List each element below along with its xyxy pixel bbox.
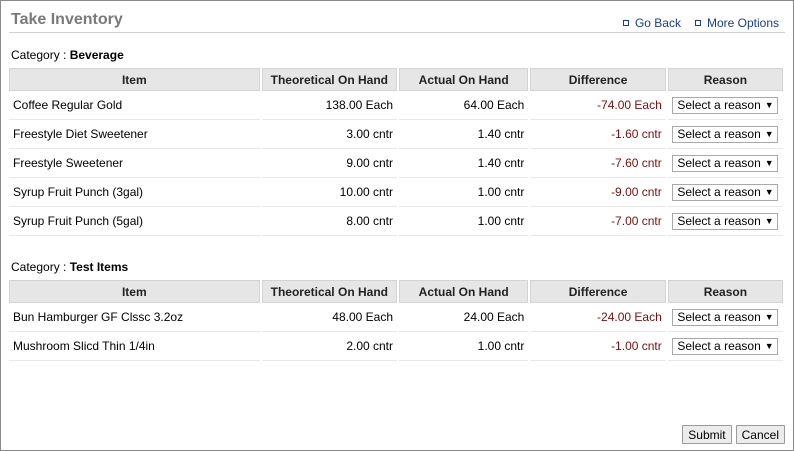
- reason-select[interactable]: Select a reason ▼: [672, 212, 779, 230]
- reason-select-value: Select a reason: [677, 185, 761, 199]
- reason-select[interactable]: Select a reason ▼: [672, 154, 779, 172]
- cell-reason: Select a reason ▼: [667, 149, 783, 178]
- cell-theoretical: 10.00 cntr: [261, 178, 398, 207]
- col-reason: Reason: [667, 280, 783, 303]
- category-prefix: Category :: [11, 260, 70, 274]
- cell-item: Bun Hamburger GF Clssc 3.2oz: [9, 303, 260, 332]
- category-heading-test-items: Category : Test Items: [11, 260, 783, 274]
- cell-actual: 24.00 Each: [399, 303, 529, 332]
- col-difference: Difference: [530, 68, 666, 91]
- reason-select[interactable]: Select a reason ▼: [672, 96, 779, 114]
- cell-theoretical: 48.00 Each: [261, 303, 398, 332]
- col-theoretical: Theoretical On Hand: [261, 68, 398, 91]
- submit-button[interactable]: Submit: [682, 425, 732, 444]
- cell-item: Freestyle Diet Sweetener: [9, 120, 260, 149]
- go-back-label: Go Back: [634, 16, 681, 30]
- reason-select[interactable]: Select a reason ▼: [672, 183, 779, 201]
- cell-difference: -1.00 cntr: [530, 332, 666, 361]
- square-bullet-icon: [694, 20, 701, 26]
- cell-item: Freestyle Sweetener: [9, 149, 260, 178]
- category-name: Beverage: [69, 48, 124, 62]
- cell-item: Syrup Fruit Punch (5gal): [9, 207, 260, 236]
- cell-reason: Select a reason ▼: [667, 91, 783, 120]
- col-reason: Reason: [667, 68, 783, 91]
- col-actual: Actual On Hand: [399, 280, 529, 303]
- page-header: Take Inventory Go Back More Options: [9, 1, 785, 33]
- more-options-link[interactable]: More Options: [694, 16, 779, 30]
- caret-down-icon: ▼: [764, 158, 774, 168]
- square-bullet-icon: [622, 20, 629, 26]
- cell-reason: Select a reason ▼: [667, 303, 783, 332]
- cancel-button[interactable]: Cancel: [735, 425, 785, 444]
- cell-difference: -9.00 cntr: [530, 178, 666, 207]
- caret-down-icon: ▼: [764, 341, 774, 351]
- inventory-table-beverage: Item Theoretical On Hand Actual On Hand …: [7, 68, 785, 236]
- cell-difference: -74.00 Each: [530, 91, 666, 120]
- table-header-row: Item Theoretical On Hand Actual On Hand …: [9, 68, 783, 91]
- cell-reason: Select a reason ▼: [667, 178, 783, 207]
- caret-down-icon: ▼: [764, 100, 774, 110]
- header-links: Go Back More Options: [622, 16, 779, 30]
- cell-reason: Select a reason ▼: [667, 120, 783, 149]
- form-footer: Submit Cancel: [682, 425, 785, 444]
- reason-select-value: Select a reason: [677, 127, 761, 141]
- col-theoretical: Theoretical On Hand: [261, 280, 398, 303]
- table-row: Syrup Fruit Punch (5gal) 8.00 cntr 1.00 …: [9, 207, 783, 236]
- reason-select[interactable]: Select a reason ▼: [672, 308, 779, 326]
- col-difference: Difference: [530, 280, 666, 303]
- reason-select-value: Select a reason: [677, 214, 761, 228]
- caret-down-icon: ▼: [764, 187, 774, 197]
- caret-down-icon: ▼: [764, 216, 774, 226]
- table-row: Syrup Fruit Punch (3gal) 10.00 cntr 1.00…: [9, 178, 783, 207]
- cell-theoretical: 3.00 cntr: [261, 120, 398, 149]
- cell-actual: 1.00 cntr: [399, 332, 529, 361]
- cell-item: Syrup Fruit Punch (3gal): [9, 178, 260, 207]
- reason-select[interactable]: Select a reason ▼: [672, 125, 779, 143]
- cell-reason: Select a reason ▼: [667, 332, 783, 361]
- reason-select-value: Select a reason: [677, 310, 761, 324]
- table-row: Bun Hamburger GF Clssc 3.2oz 48.00 Each …: [9, 303, 783, 332]
- cell-difference: -7.60 cntr: [530, 149, 666, 178]
- inventory-table-test-items: Item Theoretical On Hand Actual On Hand …: [7, 280, 785, 361]
- col-item: Item: [9, 68, 260, 91]
- cell-theoretical: 8.00 cntr: [261, 207, 398, 236]
- more-options-label: More Options: [706, 16, 779, 30]
- cell-difference: -7.00 cntr: [530, 207, 666, 236]
- go-back-link[interactable]: Go Back: [622, 16, 681, 30]
- cell-actual: 1.00 cntr: [399, 207, 529, 236]
- cell-actual: 1.40 cntr: [399, 149, 529, 178]
- category-heading-beverage: Category : Beverage: [11, 48, 783, 62]
- table-row: Coffee Regular Gold 138.00 Each 64.00 Ea…: [9, 91, 783, 120]
- cell-difference: -1.60 cntr: [530, 120, 666, 149]
- caret-down-icon: ▼: [764, 312, 774, 322]
- cell-theoretical: 9.00 cntr: [261, 149, 398, 178]
- reason-select-value: Select a reason: [677, 339, 761, 353]
- category-prefix: Category :: [11, 48, 70, 62]
- cell-difference: -24.00 Each: [530, 303, 666, 332]
- reason-select-value: Select a reason: [677, 98, 761, 112]
- page-title: Take Inventory: [11, 11, 123, 28]
- cell-theoretical: 138.00 Each: [261, 91, 398, 120]
- cell-actual: 1.40 cntr: [399, 120, 529, 149]
- reason-select[interactable]: Select a reason ▼: [672, 337, 779, 355]
- col-actual: Actual On Hand: [399, 68, 529, 91]
- take-inventory-window: Take Inventory Go Back More Options Cate…: [0, 0, 794, 451]
- table-row: Mushroom Slicd Thin 1/4in 2.00 cntr 1.00…: [9, 332, 783, 361]
- cell-actual: 64.00 Each: [399, 91, 529, 120]
- cell-item: Mushroom Slicd Thin 1/4in: [9, 332, 260, 361]
- cell-theoretical: 2.00 cntr: [261, 332, 398, 361]
- col-item: Item: [9, 280, 260, 303]
- cell-item: Coffee Regular Gold: [9, 91, 260, 120]
- cell-reason: Select a reason ▼: [667, 207, 783, 236]
- table-row: Freestyle Sweetener 9.00 cntr 1.40 cntr …: [9, 149, 783, 178]
- table-row: Freestyle Diet Sweetener 3.00 cntr 1.40 …: [9, 120, 783, 149]
- table-header-row: Item Theoretical On Hand Actual On Hand …: [9, 280, 783, 303]
- caret-down-icon: ▼: [764, 129, 774, 139]
- category-name: Test Items: [69, 260, 129, 274]
- reason-select-value: Select a reason: [677, 156, 761, 170]
- cell-actual: 1.00 cntr: [399, 178, 529, 207]
